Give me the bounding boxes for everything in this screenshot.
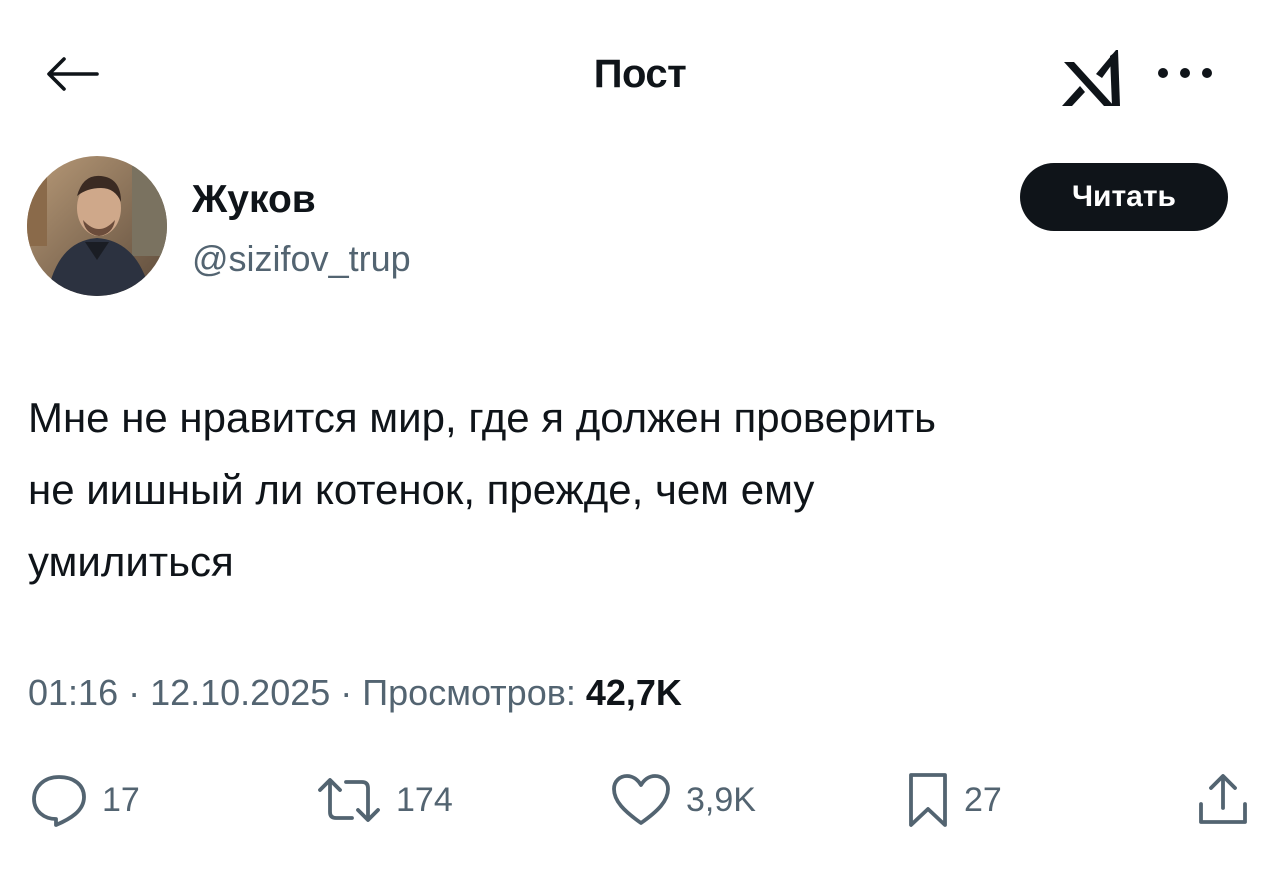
avatar[interactable] xyxy=(27,156,167,296)
post-text-line: не иишный ли котенок, прежде, чем ему xyxy=(28,466,815,513)
repost-count: 174 xyxy=(396,780,453,819)
reply-count: 17 xyxy=(102,780,140,819)
author-name[interactable]: Жуков xyxy=(192,178,316,222)
post-date[interactable]: 12.10.2025 xyxy=(150,672,330,713)
like-count: 3,9K xyxy=(686,780,756,819)
meta-separator: · xyxy=(330,672,363,713)
share-button[interactable] xyxy=(1196,770,1250,830)
like-button[interactable]: 3,9K xyxy=(610,770,756,830)
grok-button[interactable] xyxy=(1056,36,1128,112)
repost-button[interactable]: 174 xyxy=(316,770,453,830)
more-options-button[interactable] xyxy=(1150,48,1220,98)
heart-icon xyxy=(612,774,670,825)
grok-logo-icon xyxy=(1062,50,1120,106)
post-meta: 01:16 · 12.10.2025 · Просмотров: 42,7K xyxy=(28,672,682,714)
avatar-photo xyxy=(27,156,167,296)
author-handle[interactable]: @sizifov_trup xyxy=(192,238,411,280)
repost-icon xyxy=(318,778,380,822)
speech-bubble-icon xyxy=(32,775,86,827)
post-text-line: умилиться xyxy=(28,538,234,585)
bookmark-button[interactable]: 27 xyxy=(906,770,1002,830)
bookmark-icon xyxy=(909,773,947,827)
more-dots-icon xyxy=(1158,68,1212,78)
reply-button[interactable]: 17 xyxy=(30,770,140,830)
follow-button[interactable]: Читать xyxy=(1020,163,1228,231)
share-icon xyxy=(1199,774,1247,824)
post-text-line: Мне не нравится мир, где я должен провер… xyxy=(28,394,937,441)
views-count[interactable]: 42,7K xyxy=(586,672,682,713)
meta-separator: · xyxy=(118,672,151,713)
post-text: Мне не нравится мир, где я должен провер… xyxy=(28,382,1248,598)
views-label: Просмотров: xyxy=(362,672,586,713)
post-time[interactable]: 01:16 xyxy=(28,672,118,713)
bookmark-count: 27 xyxy=(964,780,1002,819)
